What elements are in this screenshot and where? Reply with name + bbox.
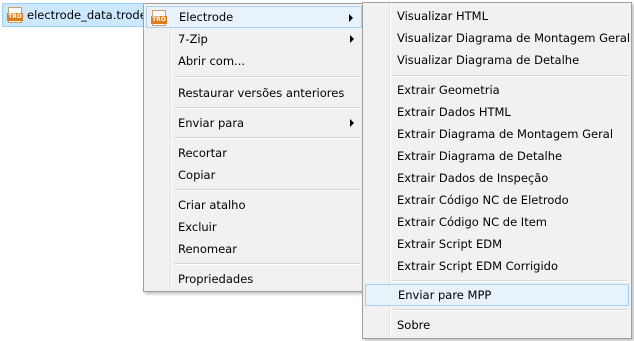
context-menu: TRO Electrode 7-Zip Abrir com... Restaur… bbox=[143, 3, 365, 292]
menu-item-label: Visualizar HTML bbox=[397, 9, 488, 23]
menu-item-label: Extrair Script EDM bbox=[397, 237, 502, 251]
submenu-item-extract-detail-diagram[interactable]: Extrair Diagrama de Detalhe bbox=[365, 145, 629, 167]
menu-item-label: Propriedades bbox=[178, 272, 254, 286]
submenu-item-view-detail-diagram[interactable]: Visualizar Diagrama de Detalhe bbox=[365, 49, 629, 71]
trode-file-icon: TRO bbox=[151, 10, 167, 26]
submenu-item-view-html[interactable]: Visualizar HTML bbox=[365, 5, 629, 27]
menu-item-restore-versions[interactable]: Restaurar versões anteriores bbox=[146, 82, 362, 104]
submenu-item-extract-edm-script[interactable]: Extrair Script EDM bbox=[365, 233, 629, 255]
menu-item-cut[interactable]: Recortar bbox=[146, 142, 362, 164]
submenu-item-extract-html-data[interactable]: Extrair Dados HTML bbox=[365, 101, 629, 123]
menu-item-send-to[interactable]: Enviar para bbox=[146, 112, 362, 134]
submenu-item-view-assembly-diagram[interactable]: Visualizar Diagrama de Montagem Geral bbox=[365, 27, 631, 49]
menu-separator bbox=[393, 309, 627, 311]
menu-item-label: Criar atalho bbox=[178, 198, 246, 212]
submenu-arrow-icon bbox=[350, 119, 354, 127]
menu-item-label: Sobre bbox=[397, 318, 431, 332]
menu-item-label: Abrir com... bbox=[178, 54, 246, 68]
menu-item-electrode[interactable]: TRO Electrode bbox=[146, 6, 362, 28]
menu-item-label: Electrode bbox=[179, 10, 234, 24]
menu-item-7zip[interactable]: 7-Zip bbox=[146, 28, 362, 50]
submenu-item-extract-geometry[interactable]: Extrair Geometria bbox=[365, 79, 629, 101]
menu-item-label: Extrair Script EDM Corrigido bbox=[397, 259, 558, 273]
menu-item-create-shortcut[interactable]: Criar atalho bbox=[146, 194, 362, 216]
submenu-item-send-to-mpp[interactable]: Enviar pare MPP bbox=[365, 284, 629, 306]
menu-item-label: Restaurar versões anteriores bbox=[178, 86, 345, 100]
menu-item-label: Extrair Geometria bbox=[397, 83, 500, 97]
menu-item-label: Enviar pare MPP bbox=[398, 288, 492, 302]
menu-item-properties[interactable]: Propriedades bbox=[146, 268, 362, 290]
electrode-submenu: Visualizar HTML Visualizar Diagrama de M… bbox=[362, 2, 632, 339]
menu-item-label: Visualizar Diagrama de Detalhe bbox=[397, 53, 580, 67]
menu-item-open-with[interactable]: Abrir com... bbox=[146, 50, 362, 72]
menu-item-copy[interactable]: Copiar bbox=[146, 164, 362, 186]
menu-item-label: Excluir bbox=[178, 220, 217, 234]
menu-separator bbox=[174, 137, 360, 139]
menu-item-label: Enviar para bbox=[178, 116, 245, 130]
menu-item-label: 7-Zip bbox=[178, 32, 208, 46]
menu-separator bbox=[174, 263, 360, 265]
menu-item-label: Extrair Dados HTML bbox=[397, 105, 511, 119]
menu-item-delete[interactable]: Excluir bbox=[146, 216, 362, 238]
menu-item-label: Recortar bbox=[178, 146, 227, 160]
menu-item-label: Extrair Código NC de Eletrodo bbox=[397, 193, 569, 207]
submenu-arrow-icon bbox=[349, 14, 353, 22]
trode-file-icon: TRO bbox=[7, 7, 23, 23]
submenu-item-extract-electrode-nc[interactable]: Extrair Código NC de Eletrodo bbox=[365, 189, 629, 211]
menu-item-label: Extrair Diagrama de Detalhe bbox=[397, 149, 563, 163]
menu-item-label: Extrair Dados de Inspeção bbox=[397, 171, 549, 185]
menu-separator bbox=[174, 189, 360, 191]
menu-item-label: Copiar bbox=[178, 168, 216, 182]
menu-separator bbox=[393, 75, 627, 77]
submenu-item-extract-inspection-data[interactable]: Extrair Dados de Inspeção bbox=[365, 167, 629, 189]
menu-item-label: Renomear bbox=[178, 242, 237, 256]
menu-item-label: Visualizar Diagrama de Montagem Geral bbox=[397, 31, 631, 45]
menu-item-label: Extrair Diagrama de Montagem Geral bbox=[397, 127, 614, 141]
file-name-label: electrode_data.trode bbox=[27, 8, 147, 22]
selected-file-item[interactable]: TRO electrode_data.trode bbox=[2, 3, 148, 27]
submenu-item-extract-assembly-diagram[interactable]: Extrair Diagrama de Montagem Geral bbox=[365, 123, 629, 145]
submenu-item-about[interactable]: Sobre bbox=[365, 314, 629, 336]
menu-separator bbox=[393, 280, 627, 282]
submenu-item-extract-edm-script-corrected[interactable]: Extrair Script EDM Corrigido bbox=[365, 255, 629, 277]
submenu-arrow-icon bbox=[350, 35, 354, 43]
menu-separator bbox=[174, 76, 360, 78]
menu-item-label: Extrair Código NC de Item bbox=[397, 215, 547, 229]
menu-separator bbox=[174, 107, 360, 109]
submenu-item-extract-item-nc[interactable]: Extrair Código NC de Item bbox=[365, 211, 629, 233]
menu-item-rename[interactable]: Renomear bbox=[146, 238, 362, 260]
